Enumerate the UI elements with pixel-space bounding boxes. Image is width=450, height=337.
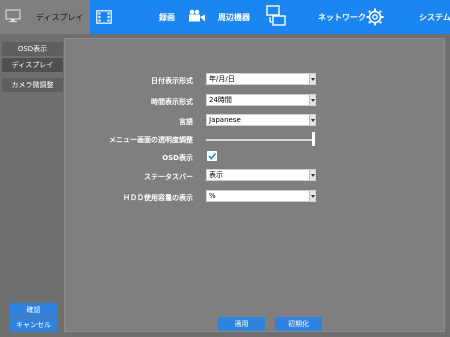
hdd-usage-label: ＨＤＤ使用容量の表示	[123, 194, 193, 202]
chevron-down-icon	[309, 191, 315, 201]
language-value: Japanese	[209, 116, 241, 124]
checkmark-icon	[208, 152, 217, 160]
tab-display[interactable]: ディスプレイ	[0, 0, 90, 34]
gear-icon	[366, 8, 384, 26]
osd-display-checkbox[interactable]	[207, 151, 217, 161]
tab-network-label: ネットワーク	[318, 13, 366, 22]
confirm-button[interactable]: 確認	[10, 303, 57, 317]
tab-peripherals-label: 周辺機器	[218, 13, 250, 22]
status-bar-label: ステータスバー	[144, 173, 193, 181]
initialize-button[interactable]: 初期化	[275, 317, 322, 331]
display-settings-panel: 日付表示形式 年/月/日 時間表示形式 24時間 言語 Japanese メニュ…	[64, 38, 445, 332]
osd-display-label: OSD表示	[162, 154, 193, 162]
chevron-down-icon	[309, 170, 315, 180]
hdd-usage-select[interactable]: %	[206, 190, 316, 202]
film-icon	[96, 10, 112, 24]
top-nav-bar: ディスプレイ 録画 周辺機器 ネットワーク システム	[0, 0, 450, 34]
menu-transparency-slider[interactable]	[206, 139, 314, 141]
tab-system[interactable]: システム	[390, 0, 450, 34]
chevron-down-icon	[309, 115, 315, 125]
sidebar: OSD表示 ディスプレイ カメラ微調整 確認 キャンセル	[0, 34, 63, 337]
devices-icon	[266, 5, 286, 26]
tab-network[interactable]: ネットワーク	[300, 0, 390, 34]
tab-peripherals[interactable]: 周辺機器	[210, 0, 300, 34]
date-format-select[interactable]: 年/月/日	[206, 73, 316, 85]
sidebar-item-camera-adjust[interactable]: カメラ微調整	[2, 78, 63, 92]
apply-button[interactable]: 適用	[218, 317, 265, 331]
menu-transparency-label: メニュー画面の透明度調整	[109, 136, 193, 144]
tab-system-label: システム	[419, 13, 450, 22]
time-format-value: 24時間	[209, 96, 232, 104]
sidebar-item-display[interactable]: ディスプレイ	[2, 58, 63, 72]
date-format-value: 年/月/日	[209, 75, 235, 83]
time-format-label: 時間表示形式	[151, 98, 193, 106]
status-bar-select[interactable]: 表示	[206, 169, 316, 181]
video-camera-icon	[189, 9, 205, 22]
hdd-usage-value: %	[209, 192, 216, 200]
sidebar-item-osd[interactable]: OSD表示	[2, 42, 63, 56]
time-format-select[interactable]: 24時間	[206, 94, 316, 106]
tab-display-label: ディスプレイ	[36, 13, 84, 22]
slider-handle[interactable]	[312, 132, 315, 146]
tab-record[interactable]: 録画	[90, 0, 210, 34]
status-bar-value: 表示	[209, 171, 223, 179]
cancel-button[interactable]: キャンセル	[10, 318, 57, 332]
monitor-icon	[5, 9, 21, 23]
language-label: 言語	[179, 118, 193, 126]
chevron-down-icon	[309, 95, 315, 105]
language-select[interactable]: Japanese	[206, 114, 316, 126]
chevron-down-icon	[309, 74, 315, 84]
tab-record-label: 録画	[159, 13, 175, 22]
date-format-label: 日付表示形式	[151, 77, 193, 85]
